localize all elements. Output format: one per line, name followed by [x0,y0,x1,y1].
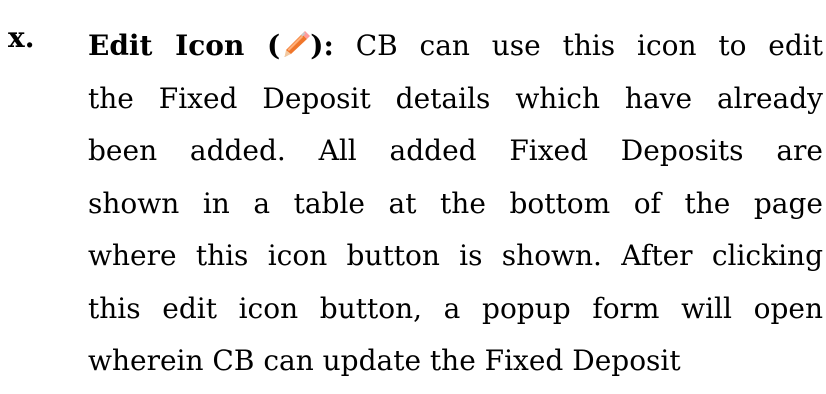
list-item-edit-icon: x. Edit Icon ( ): CB can use this icon t… [0,0,826,394]
item-paragraph: Edit Icon ( ): CB can use this icon to e… [88,20,823,388]
item-heading: Edit Icon ( ): [88,29,334,62]
heading-prefix: Edit Icon ( [88,29,281,62]
list-marker: x. [8,21,35,54]
paragraph-line-3: been added. All added Fixed Deposits are [88,134,823,167]
paragraph-line-7: wherein CB can update the Fixed Deposit [88,344,681,377]
paragraph-line-4: shown in a table at the bottom of the pa… [88,186,823,220]
pencil-icon [280,28,311,58]
paragraph-line-5: where this icon button is shown. After c… [88,239,823,272]
paragraph-text-1: CB can use this icon to edit [355,29,823,62]
heading-suffix: ): [310,29,334,62]
paragraph-line-2: the Fixed Deposit details which have alr… [88,81,823,115]
paragraph-line-6: this edit icon button, a popup form will… [88,291,823,325]
paragraph-line-1: Edit Icon ( ): CB can use this icon to e… [88,20,823,73]
